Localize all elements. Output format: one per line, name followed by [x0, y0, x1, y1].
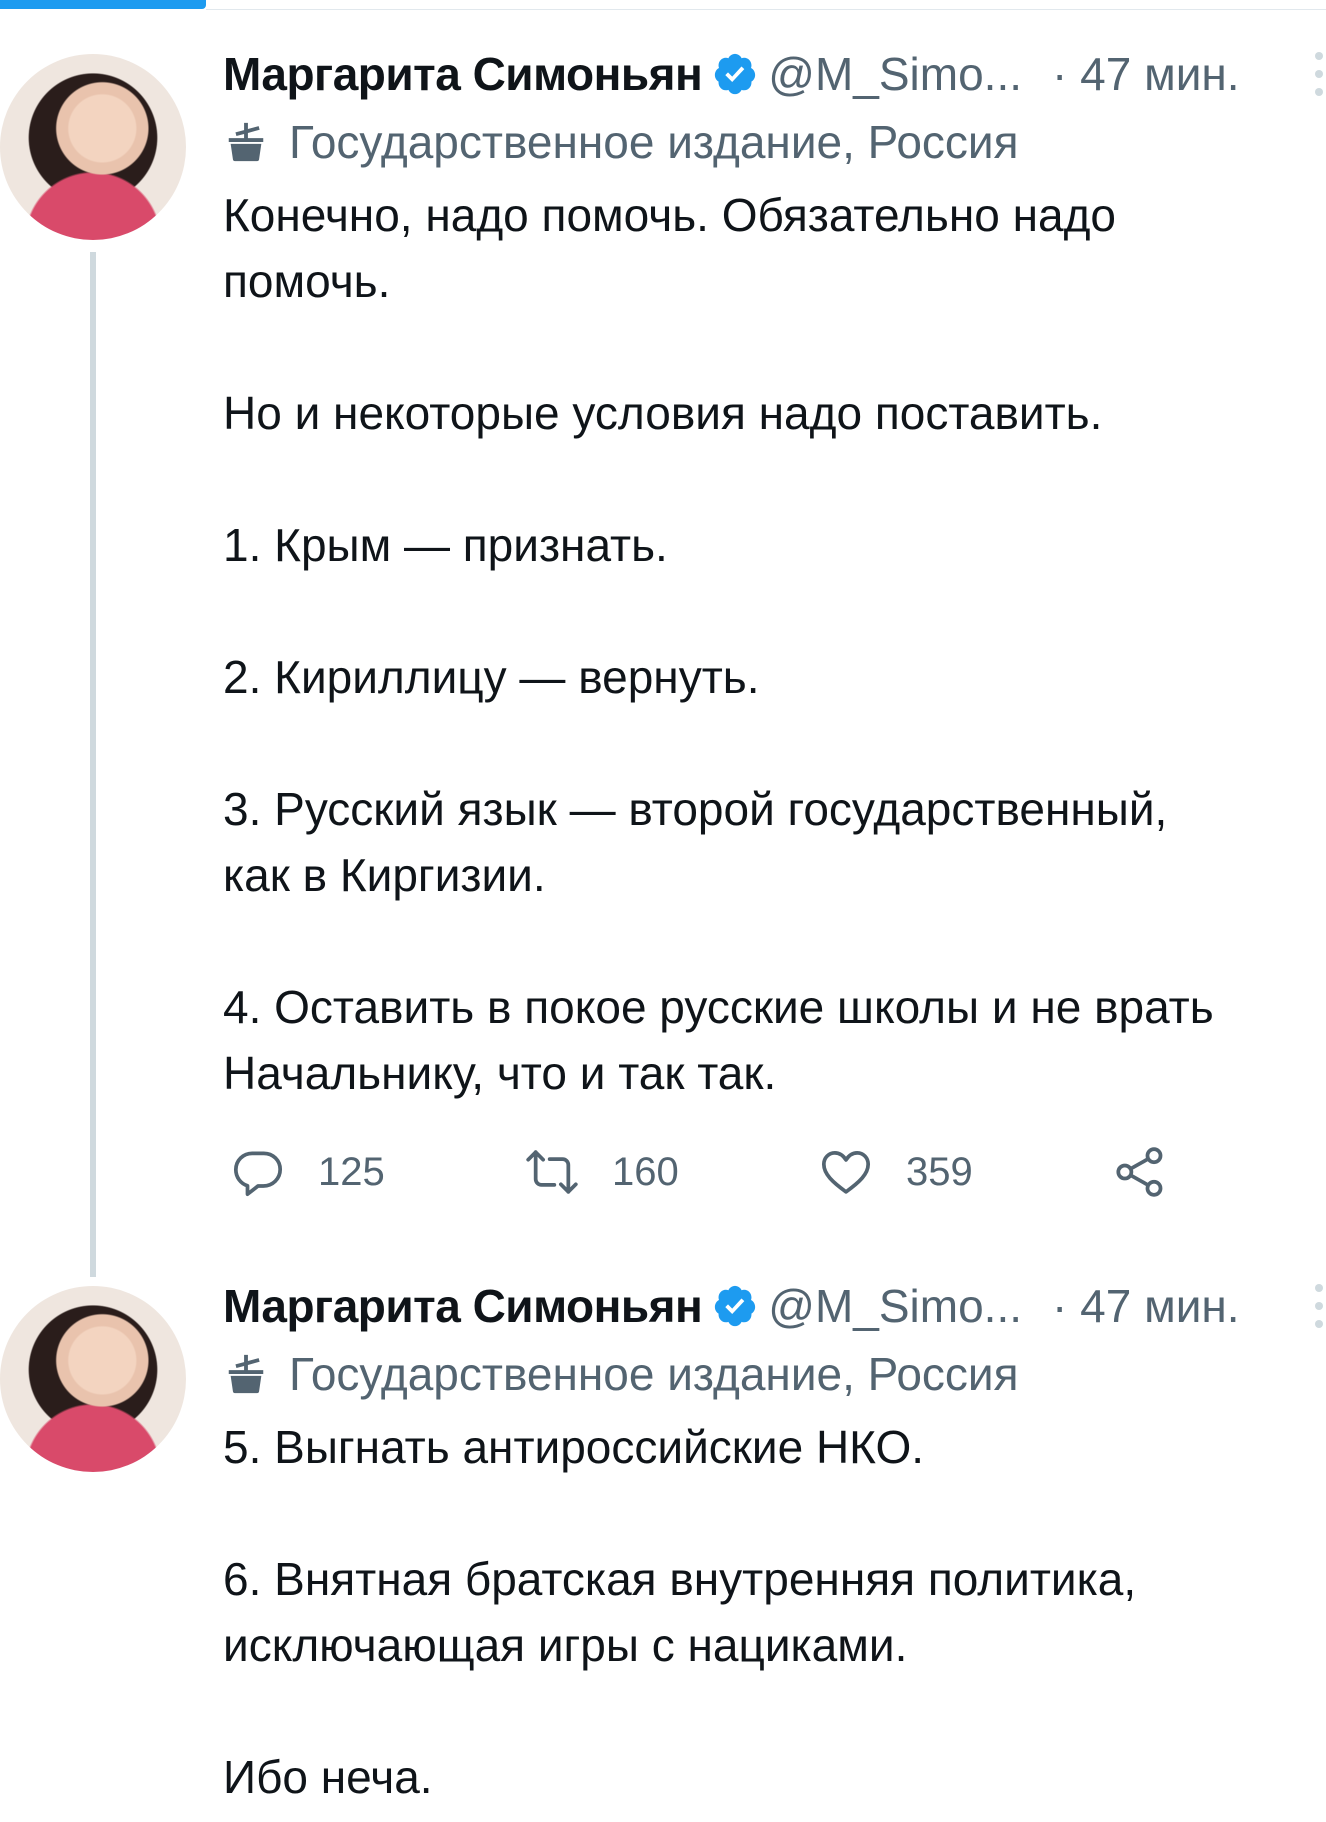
reply-count: 125	[318, 1149, 385, 1194]
tweet-line: как в Киргизии.	[223, 849, 546, 901]
avatar[interactable]	[0, 54, 186, 240]
author-handle[interactable]: @M_Simo...	[768, 1279, 1022, 1333]
tweet-text: Конечно, надо помочь. Обязательно надо п…	[223, 182, 1326, 1106]
tweet-line	[223, 578, 1326, 644]
tweet-line	[223, 908, 1326, 974]
tweet-line: 1. Крым — признать.	[223, 519, 668, 571]
tweet-line	[223, 1480, 1326, 1546]
tweet-line: исключающая игры с нациками.	[223, 1619, 908, 1671]
share-button[interactable]	[1112, 1144, 1200, 1200]
reply-button[interactable]: 125	[230, 1144, 524, 1200]
verified-badge-icon	[715, 1285, 756, 1327]
state-media-label[interactable]: Государственное издание, Россия	[223, 1346, 1019, 1402]
verified-badge-icon	[715, 53, 756, 95]
heart-icon	[821, 1151, 871, 1194]
tweet-text: 5. Выгнать антироссийские НКО. 6. Внятна…	[223, 1414, 1326, 1810]
tweet-line: 6. Внятная братская внутренняя политика,	[223, 1553, 1137, 1605]
share-icon	[1116, 1147, 1163, 1197]
tweet-line: Начальнику, что и так так.	[223, 1047, 777, 1099]
like-count: 359	[906, 1149, 973, 1194]
author-name[interactable]: Маргарита Симоньян	[223, 1279, 703, 1333]
tweet-line	[223, 710, 1326, 776]
tweet-line: Но и некоторые условия надо поставить.	[223, 387, 1103, 439]
tweet-line: Конечно, надо помочь. Обязательно надо	[223, 189, 1117, 241]
avatar[interactable]	[0, 1286, 186, 1472]
active-tab-indicator	[0, 0, 206, 9]
tweet-line	[223, 314, 1326, 380]
author-handle[interactable]: @M_Simo...	[768, 47, 1022, 101]
tweet-timestamp[interactable]: · 47 мин.	[1052, 1279, 1240, 1333]
state-media-icon	[228, 122, 264, 162]
retweet-icon	[526, 1150, 578, 1194]
state-media-icon	[228, 1354, 264, 1394]
tweet-actions: 125 160 359	[230, 1142, 1200, 1202]
tweet-line	[223, 446, 1326, 512]
tweet-header: Маргарита Симоньян @M_Simo... · 47 мин.	[223, 1276, 1326, 1336]
tweet-line: 4. Оставить в покое русские школы и не в…	[223, 981, 1214, 1033]
header-divider	[206, 9, 1326, 10]
tweet-line: 2. Кириллицу — вернуть.	[223, 651, 760, 703]
like-button[interactable]: 359	[818, 1144, 1112, 1200]
state-media-label[interactable]: Государственное издание, Россия	[223, 114, 1019, 170]
tweet-line: Ибо неча.	[223, 1751, 433, 1803]
state-media-text: Государственное издание, Россия	[289, 116, 1019, 168]
tweet-line: 5. Выгнать антироссийские НКО.	[223, 1421, 925, 1473]
author-name[interactable]: Маргарита Симоньян	[223, 47, 703, 101]
state-media-text: Государственное издание, Россия	[289, 1348, 1019, 1400]
more-options-icon[interactable]	[1312, 1284, 1326, 1328]
retweet-button[interactable]: 160	[524, 1144, 818, 1200]
retweet-count: 160	[612, 1149, 679, 1194]
tweet-line: помочь.	[223, 255, 391, 307]
reply-icon	[233, 1151, 283, 1197]
tweet-line	[223, 1678, 1326, 1744]
tweet-timestamp[interactable]: · 47 мин.	[1052, 47, 1240, 101]
tweet-line: 3. Русский язык — второй государственный…	[223, 783, 1168, 835]
tweet-header: Маргарита Симоньян @M_Simo... · 47 мин.	[223, 44, 1326, 104]
more-options-icon[interactable]	[1312, 52, 1326, 96]
thread-line	[90, 252, 96, 1277]
